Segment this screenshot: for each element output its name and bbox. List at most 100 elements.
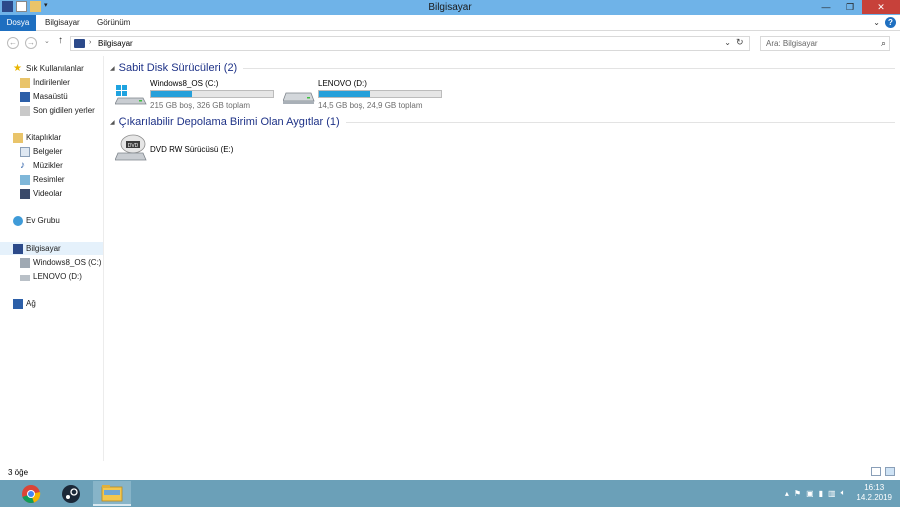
group-divider [345,121,895,123]
file-explorer-icon [101,484,123,501]
steam-icon [62,484,80,503]
status-bar: 3 öğe [0,463,900,480]
drive-item-d[interactable]: LENOVO (D:) 14,5 GB boş, 24,9 GB toplam [283,79,453,115]
sidebar-item-drive-d[interactable]: LENOVO (D:) [20,270,82,283]
navigation-bar: ← → ⌄ ↑ › Bilgisayar ⌄ ↻ Ara: Bilgisayar… [0,33,900,53]
collapse-arrow-icon[interactable]: ◢ [110,65,115,72]
tab-computer[interactable]: Bilgisayar [45,15,80,31]
sidebar-item-label: Ev Grubu [26,216,60,225]
sidebar-item-label: Müzikler [33,161,63,170]
sidebar-item-network[interactable]: Ağ [13,297,36,310]
address-dropdown-icon[interactable]: ⌄ [724,38,731,47]
drive-usage-fill [319,91,371,97]
sidebar-item-music[interactable]: ♪ Müzikler [20,159,63,172]
sidebar-item-recent-places[interactable]: Son gidilen yerler [20,104,95,117]
drive-item-dvd[interactable]: DVD DVD RW Sürücüsü (E:) [115,134,285,170]
device-icon[interactable]: ▣ [806,489,814,498]
drive-free-space: 215 GB boş, 326 GB toplam [150,101,251,110]
group-title: Sabit Disk Sürücüleri (2) [118,62,238,74]
minimize-button[interactable]: — [814,0,838,14]
drive-usage-bar [318,90,442,98]
sidebar-item-videos[interactable]: Videolar [20,187,62,200]
sidebar-item-pictures[interactable]: Resimler [20,173,65,186]
network-icon [13,298,23,309]
windows-drive-icon [115,85,147,105]
maximize-button[interactable]: ❐ [838,0,862,14]
ribbon-expand-icon[interactable]: ⌄ [873,18,880,27]
recent-places-icon [20,105,30,116]
star-icon: ★ [13,62,22,74]
group-header-removable[interactable]: ◢ Çıkarılabilir Depolama Birimi Olan Ayg… [110,116,895,128]
sidebar-item-drive-c[interactable]: Windows8_OS (C:) [20,256,101,269]
forward-button[interactable]: → [25,37,37,49]
volume-icon[interactable]: 🔈︎ [841,488,846,498]
back-button[interactable]: ← [7,37,19,49]
desktop-icon [20,91,30,102]
clock[interactable]: 16:13 14.2.2019 [856,483,892,503]
hard-drive-icon [20,274,30,281]
sidebar-item-label: Masaüstü [33,92,68,101]
collapse-arrow-icon[interactable]: ◢ [110,119,115,126]
close-button[interactable]: ✕ [862,0,900,14]
music-icon: ♪ [20,159,25,171]
sidebar-item-libraries[interactable]: Kitaplıklar [13,131,61,144]
sidebar-item-downloads[interactable]: İndirilenler [20,76,70,89]
tab-view[interactable]: Görünüm [97,15,130,31]
action-center-flag-icon[interactable]: ⚑ [794,489,801,498]
network-tray-icon[interactable]: ▥ [828,489,836,498]
sidebar-item-label: Belgeler [33,147,63,156]
up-button[interactable]: ↑ [58,35,63,46]
sidebar-item-label: Kitaplıklar [26,133,62,142]
group-divider [243,67,895,69]
homegroup-icon [13,215,23,226]
sidebar-item-documents[interactable]: Belgeler [20,145,62,158]
clock-date: 14.2.2019 [856,493,892,502]
show-hidden-icons-icon[interactable]: ▴ [785,489,789,498]
sidebar-item-label: Resimler [33,175,65,184]
sidebar-item-label: Bilgisayar [26,244,61,253]
clock-time: 16:13 [864,483,885,492]
taskbar-chrome-button[interactable] [12,481,50,506]
videos-icon [20,188,30,199]
sidebar-item-label: LENOVO (D:) [33,272,82,281]
content-pane: ◢ Sabit Disk Sürücüleri (2) Windows8_OS … [105,56,900,461]
sidebar-item-computer[interactable]: Bilgisayar [13,242,61,255]
sidebar-item-label: İndirilenler [33,78,70,87]
address-bar[interactable]: › Bilgisayar ⌄ [70,36,750,51]
sidebar-item-label: Son gidilen yerler [33,106,95,115]
chrome-icon [22,484,41,503]
tab-file[interactable]: Dosya [0,15,36,31]
documents-icon [20,146,30,157]
windows-drive-icon [20,257,30,268]
group-title: Çıkarılabilir Depolama Birimi Olan Aygıt… [118,116,340,128]
sidebar-item-homegroup[interactable]: Ev Grubu [13,214,60,227]
sidebar-item-desktop[interactable]: Masaüstü [20,90,68,103]
drive-name: DVD RW Sürücüsü (E:) [150,145,234,154]
sidebar-item-favorites[interactable]: ★ Sık Kullanılanlar [13,62,84,75]
taskbar-explorer-button[interactable] [93,481,131,506]
breadcrumb[interactable]: Bilgisayar [98,39,133,48]
drive-usage-fill [151,91,193,97]
breadcrumb-chevron-icon: › [89,39,92,46]
drive-name: Windows8_OS (C:) [150,79,219,88]
search-input[interactable]: Ara: Bilgisayar ⌕ [760,36,890,51]
computer-icon [13,243,23,254]
search-placeholder: Ara: Bilgisayar [766,39,818,48]
dvd-badge: DVD [128,143,139,149]
downloads-icon [20,77,30,88]
battery-icon[interactable]: ▮ [819,489,823,498]
sidebar-item-label: Ağ [26,299,36,308]
drive-item-c[interactable]: Windows8_OS (C:) 215 GB boş, 326 GB topl… [115,79,285,115]
system-tray: ▴ ⚑ ▣ ▮ ▥ 🔈︎ 16:13 14.2.2019 [785,483,892,503]
group-header-hard-drives[interactable]: ◢ Sabit Disk Sürücüleri (2) [110,62,895,74]
libraries-icon [13,132,23,143]
taskbar-steam-button[interactable] [52,481,90,506]
item-count: 3 öğe [8,468,29,477]
recent-locations-icon[interactable]: ⌄ [44,37,50,45]
pictures-icon [20,174,30,185]
details-view-icon[interactable] [871,467,881,476]
large-icons-view-icon[interactable] [885,467,895,476]
refresh-icon[interactable]: ↻ [736,37,744,48]
search-icon[interactable]: ⌕ [881,38,886,49]
help-icon[interactable]: ? [885,17,896,28]
